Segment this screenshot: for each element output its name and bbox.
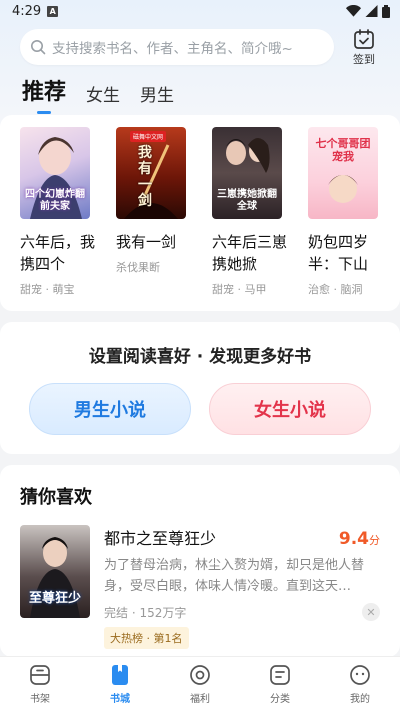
- cover-text: 四个幻崽炸翻前夫家: [25, 189, 85, 212]
- book-tag: 甜宠 · 马甲: [212, 283, 267, 296]
- list-item[interactable]: 至尊狂少 都市之至尊狂少 9.4分 为了替母治病，林尘入赘为婿，却只是他人替身，…: [20, 525, 380, 649]
- male-novel-button[interactable]: 男生小说: [29, 383, 191, 435]
- search-input[interactable]: 支持搜索书名、作者、主角名、简介哦~: [20, 29, 334, 65]
- book-title: 六年后，我携四个: [20, 233, 96, 273]
- book-card[interactable]: 七个哥哥团宠我 奶包四岁半：下山 治愈 · 脑洞: [308, 127, 378, 311]
- cover-text: 三崽携她掀翻全球: [217, 189, 277, 212]
- book-meta: 完结 · 152万字: [104, 605, 187, 620]
- tab-male[interactable]: 男生: [140, 81, 174, 114]
- wifi-icon: [346, 5, 361, 17]
- female-novel-button[interactable]: 女生小说: [209, 383, 371, 435]
- nav-label: 书城: [110, 694, 130, 705]
- close-icon[interactable]: ✕: [362, 603, 380, 621]
- nav-item-bookshelf[interactable]: 书架: [10, 662, 70, 705]
- book-cover: 磁舞中文网 我有一剑: [116, 127, 186, 219]
- tab-recommend[interactable]: 推荐: [22, 74, 66, 114]
- book-title: 都市之至尊狂少: [104, 529, 217, 548]
- search-icon: [31, 40, 46, 55]
- cover-text: 我有一剑: [138, 145, 152, 209]
- cover-text: 七个哥哥团宠我: [315, 137, 371, 163]
- welfare-icon: [187, 662, 213, 688]
- book-tag: 杀伐果断: [116, 261, 160, 274]
- nav-item-category[interactable]: 分类: [250, 662, 310, 705]
- search-placeholder: 支持搜索书名、作者、主角名、简介哦~: [52, 41, 293, 57]
- book-cover: 三崽携她掀翻全球: [212, 127, 282, 219]
- nav-label: 书架: [30, 694, 50, 705]
- notification-icon: A: [47, 5, 59, 17]
- book-card[interactable]: 三崽携她掀翻全球 六年后三崽携她掀 甜宠 · 马甲: [212, 127, 287, 311]
- bottom-nav: 书架 书城 福利 分类 我的: [0, 656, 400, 710]
- profile-icon: [347, 662, 373, 688]
- status-time: 4:29: [12, 3, 42, 19]
- checkin-button[interactable]: 签到: [340, 28, 388, 67]
- category-icon: [267, 662, 293, 688]
- nav-item-profile[interactable]: 我的: [330, 662, 390, 705]
- nav-item-bookstore[interactable]: 书城: [90, 662, 150, 705]
- preference-title: 设置阅读喜好 · 发现更多好书: [88, 347, 312, 367]
- book-score: 9.4分: [338, 529, 380, 549]
- rank-badge: 大热榜 · 第1名: [104, 627, 189, 649]
- category-tabs: 推荐 女生 男生: [0, 68, 400, 114]
- calendar-check-icon: [354, 28, 374, 49]
- book-title: 六年后三崽携她掀: [212, 233, 288, 273]
- nav-label: 分类: [270, 694, 290, 705]
- reading-preference-section: 设置阅读喜好 · 发现更多好书 男生小说 女生小说: [0, 322, 400, 454]
- book-tag: 甜宠 · 萌宝: [20, 283, 75, 296]
- status-bar: 4:29 A: [0, 0, 400, 22]
- cover-text: 至尊狂少: [28, 591, 81, 606]
- book-card[interactable]: 四个幻崽炸翻前夫家 六年后，我携四个 甜宠 · 萌宝: [20, 127, 95, 311]
- book-cover: 七个哥哥团宠我: [308, 127, 378, 219]
- nav-item-welfare[interactable]: 福利: [170, 662, 230, 705]
- tab-female[interactable]: 女生: [86, 81, 120, 114]
- section-title: 猜你喜欢: [20, 487, 92, 508]
- nav-label: 我的: [350, 694, 370, 705]
- recommend-section: 四个幻崽炸翻前夫家 六年后，我携四个 甜宠 · 萌宝 磁舞中文网 我有一剑 我有…: [0, 115, 400, 311]
- top-bar: 支持搜索书名、作者、主角名、简介哦~ 签到: [0, 22, 400, 68]
- checkin-label: 签到: [353, 52, 375, 66]
- book-title: 奶包四岁半：下山: [308, 233, 369, 273]
- bookstore-icon: [107, 662, 133, 688]
- book-cover: 至尊狂少: [20, 525, 90, 618]
- signal-icon: [365, 5, 378, 17]
- book-description: 为了替母治病，林尘入赘为婿，却只是他人替身，受尽白眼，体味人情冷暖。直到这天…: [104, 558, 365, 594]
- nav-label: 福利: [190, 694, 210, 705]
- book-tag: 治愈 · 脑洞: [308, 283, 363, 296]
- battery-icon: [382, 4, 390, 18]
- bookshelf-icon: [27, 662, 53, 688]
- guess-you-like-section: 猜你喜欢 至尊狂少 都市之至尊狂少 9.4分 为了替母治病，林尘入赘为婿，却只是…: [0, 465, 400, 657]
- book-card[interactable]: 磁舞中文网 我有一剑 我有一剑 杀伐果断: [116, 127, 186, 311]
- book-title: 我有一剑: [116, 233, 177, 251]
- book-cover: 四个幻崽炸翻前夫家: [20, 127, 90, 219]
